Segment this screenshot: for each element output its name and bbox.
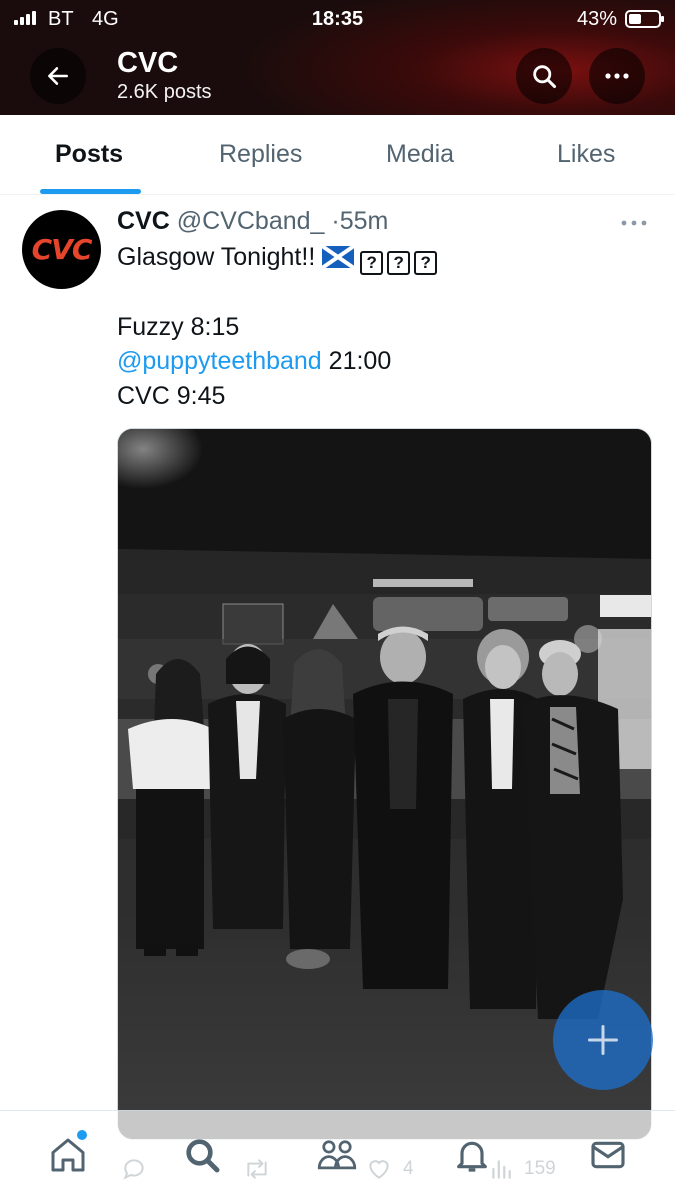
back-button[interactable] <box>30 48 86 104</box>
mention-link[interactable]: @puppyteethband <box>117 347 322 375</box>
battery-percent: 43% <box>576 8 617 30</box>
battery-icon <box>625 10 664 28</box>
tab-posts[interactable]: Posts <box>55 140 123 169</box>
active-tab-indicator <box>40 189 141 194</box>
unknown-emoji-1: ? <box>360 251 384 275</box>
status-bar: BT 4G 18:35 43% <box>0 8 675 30</box>
tweet-line-1: Glasgow Tonight!! ??? <box>117 242 441 275</box>
plus-icon <box>588 1025 618 1055</box>
tab-media[interactable]: Media <box>386 140 454 169</box>
header-title-block: CVC 2.6K posts <box>117 46 212 104</box>
avatar-logo-text: CVC <box>31 233 93 266</box>
tweet-header: CVC @CVCband_ ·55m <box>117 207 388 236</box>
home-icon <box>51 1138 85 1172</box>
more-horizontal-icon <box>621 220 647 226</box>
messages-icon <box>591 1141 625 1169</box>
nav-messages[interactable] <box>588 1135 628 1180</box>
battery-fill <box>629 14 641 24</box>
communities-icon <box>317 1140 357 1170</box>
more-horizontal-icon <box>605 73 629 79</box>
tweet-line-cvc: CVC 9:45 <box>117 382 226 410</box>
tweet-author-handle[interactable]: @CVCband_ <box>177 207 325 235</box>
home-notification-dot <box>77 1130 87 1140</box>
tweet-author-name[interactable]: CVC <box>117 207 170 235</box>
nav-notifications[interactable] <box>452 1135 492 1180</box>
nav-home[interactable] <box>48 1135 88 1180</box>
post-count: 2.6K posts <box>117 81 212 103</box>
more-button[interactable] <box>589 48 645 104</box>
profile-header: BT 4G 18:35 43% CVC 2.6K posts <box>0 0 675 115</box>
profile-tabs: Posts Replies Media Likes <box>0 115 675 195</box>
avatar[interactable]: CVC <box>22 210 101 289</box>
scotland-flag-icon <box>322 246 355 268</box>
tweet-line-fuzzy: Fuzzy 8:15 <box>117 313 240 341</box>
status-time: 18:35 <box>311 8 364 30</box>
tweet-line-puppyteeth-time: 21:00 <box>321 347 392 375</box>
notifications-icon <box>457 1141 487 1172</box>
search-icon <box>186 1139 220 1173</box>
tweet-more-button[interactable] <box>620 214 648 232</box>
nav-communities[interactable] <box>316 1135 358 1180</box>
compose-post-button[interactable] <box>553 990 653 1090</box>
tweet-line-puppyteeth: @puppyteethband 21:00 <box>117 346 391 376</box>
tab-replies[interactable]: Replies <box>219 140 302 169</box>
arrow-left-icon <box>48 67 68 85</box>
tweet-text-glasgow: Glasgow Tonight!! <box>117 243 316 271</box>
unknown-emoji-3: ? <box>414 251 438 275</box>
tab-likes[interactable]: Likes <box>557 140 615 169</box>
profile-name: CVC <box>117 47 179 79</box>
tweet-separator: · <box>331 207 340 235</box>
tweet-time[interactable]: 55m <box>340 207 389 235</box>
search-icon <box>533 65 557 89</box>
unknown-emoji-2: ? <box>387 251 411 275</box>
search-button[interactable] <box>516 48 572 104</box>
nav-search[interactable] <box>182 1135 222 1180</box>
